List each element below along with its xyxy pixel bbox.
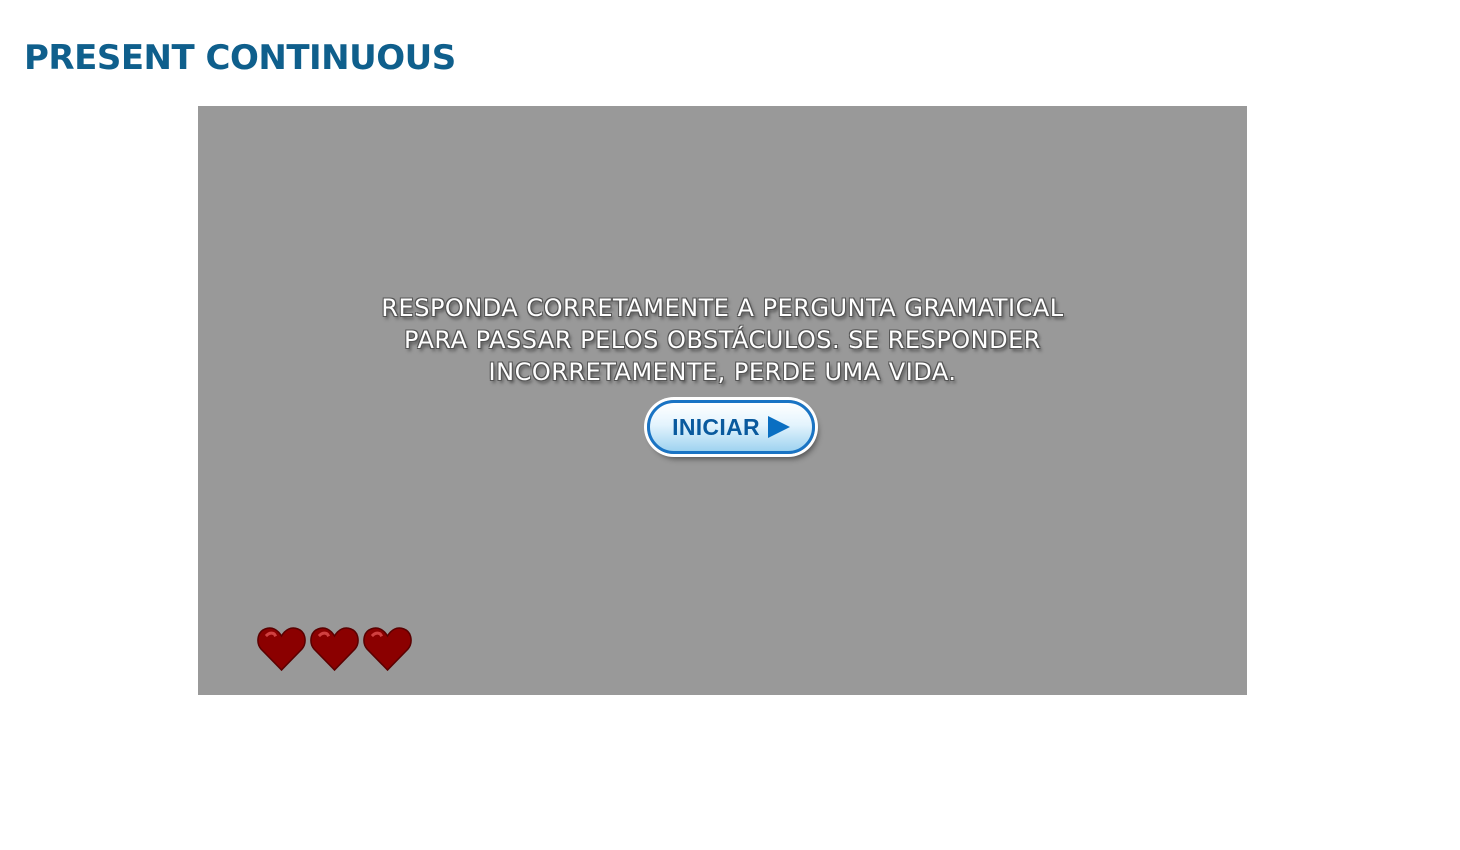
instructions-line: INCORRETAMENTE, PERDE UMA VIDA. xyxy=(488,358,957,386)
page-title: PRESENT CONTINUOUS xyxy=(24,38,456,78)
lives-counter xyxy=(257,626,412,672)
start-button-label: INICIAR xyxy=(672,413,760,440)
play-arrow-icon xyxy=(767,416,790,438)
heart-icon xyxy=(310,626,359,672)
instructions-text: RESPONDA CORRETAMENTE A PERGUNTA GRAMATI… xyxy=(198,292,1247,388)
game-stage[interactable]: RESPONDA CORRETAMENTE A PERGUNTA GRAMATI… xyxy=(198,106,1247,695)
instructions-line: RESPONDA CORRETAMENTE A PERGUNTA GRAMATI… xyxy=(381,294,1064,322)
heart-icon xyxy=(363,626,412,672)
heart-icon xyxy=(257,626,306,672)
start-button[interactable]: INICIAR xyxy=(647,400,815,454)
instructions-line: PARA PASSAR PELOS OBSTÁCULOS. SE RESPOND… xyxy=(404,326,1041,354)
